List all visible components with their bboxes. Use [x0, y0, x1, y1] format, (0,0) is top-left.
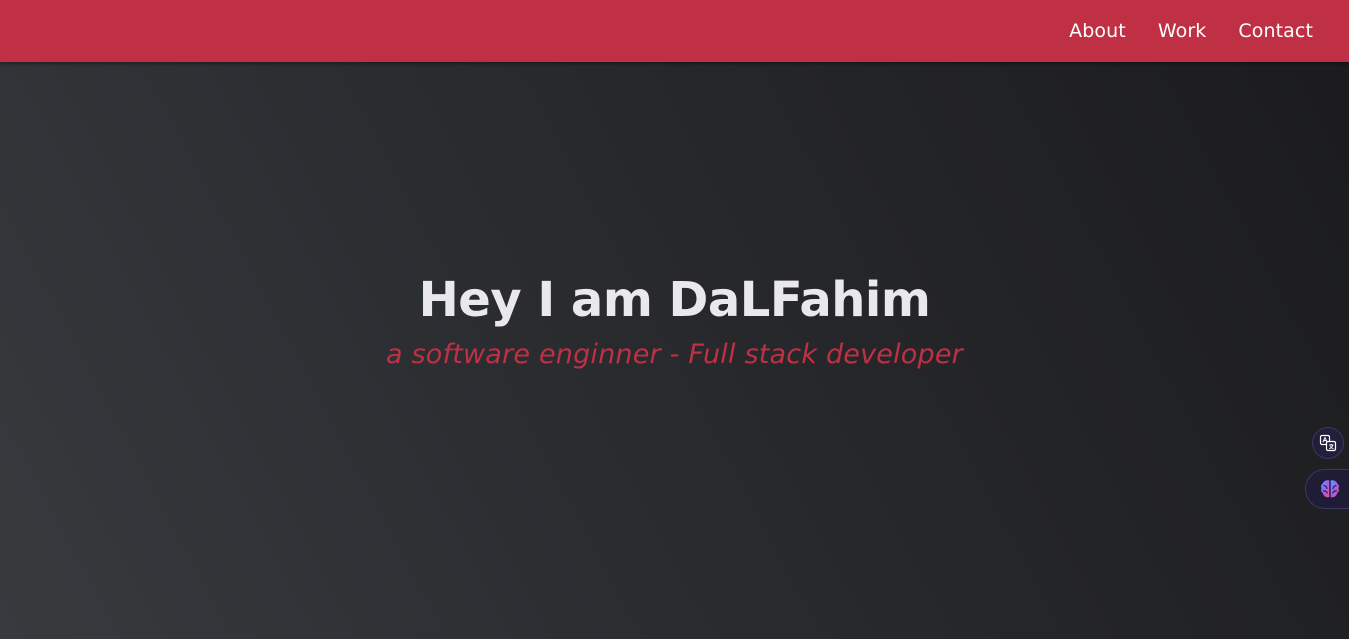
translate-widget-button[interactable]: [1312, 427, 1344, 459]
hero-subtitle: a software enginner - Full stack develop…: [386, 339, 963, 370]
nav-item-work: Work: [1142, 20, 1223, 42]
nav-link-about[interactable]: About: [1053, 20, 1142, 42]
nav-item-about: About: [1053, 20, 1142, 42]
navbar: About Work Contact: [0, 0, 1349, 62]
nav-item-contact: Contact: [1222, 20, 1329, 42]
brain-icon: [1321, 480, 1339, 498]
nav-link-contact[interactable]: Contact: [1222, 20, 1329, 42]
nav-links: About Work Contact: [1053, 0, 1329, 62]
translate-icon: [1319, 434, 1337, 452]
hero-title: Hey I am DaLFahim: [418, 272, 931, 328]
ai-assistant-widget-button[interactable]: [1305, 469, 1349, 509]
nav-link-work[interactable]: Work: [1142, 20, 1223, 42]
hero-section: Hey I am DaLFahim a software enginner - …: [0, 62, 1349, 639]
